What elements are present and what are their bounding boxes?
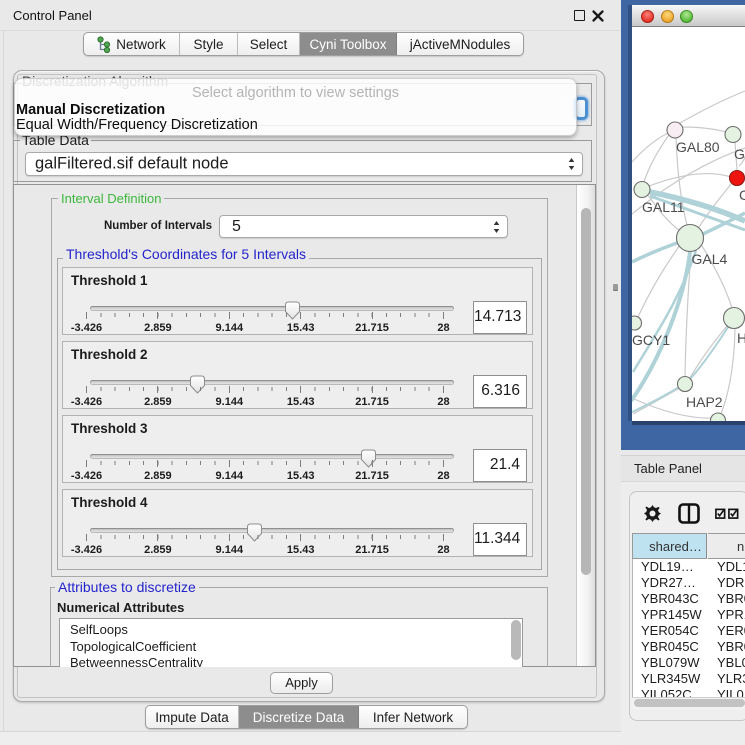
svg-text:GAL11: GAL11 — [642, 199, 685, 215]
svg-text:GCY1: GCY1 — [632, 332, 670, 348]
svg-text:GAL80: GAL80 — [676, 139, 720, 155]
svg-text:C: C — [739, 187, 745, 203]
svg-text:HAP2: HAP2 — [686, 394, 723, 410]
svg-text:GAL4: GAL4 — [692, 251, 728, 267]
svg-text:HA: HA — [737, 330, 745, 346]
svg-text:GA: GA — [734, 146, 745, 162]
